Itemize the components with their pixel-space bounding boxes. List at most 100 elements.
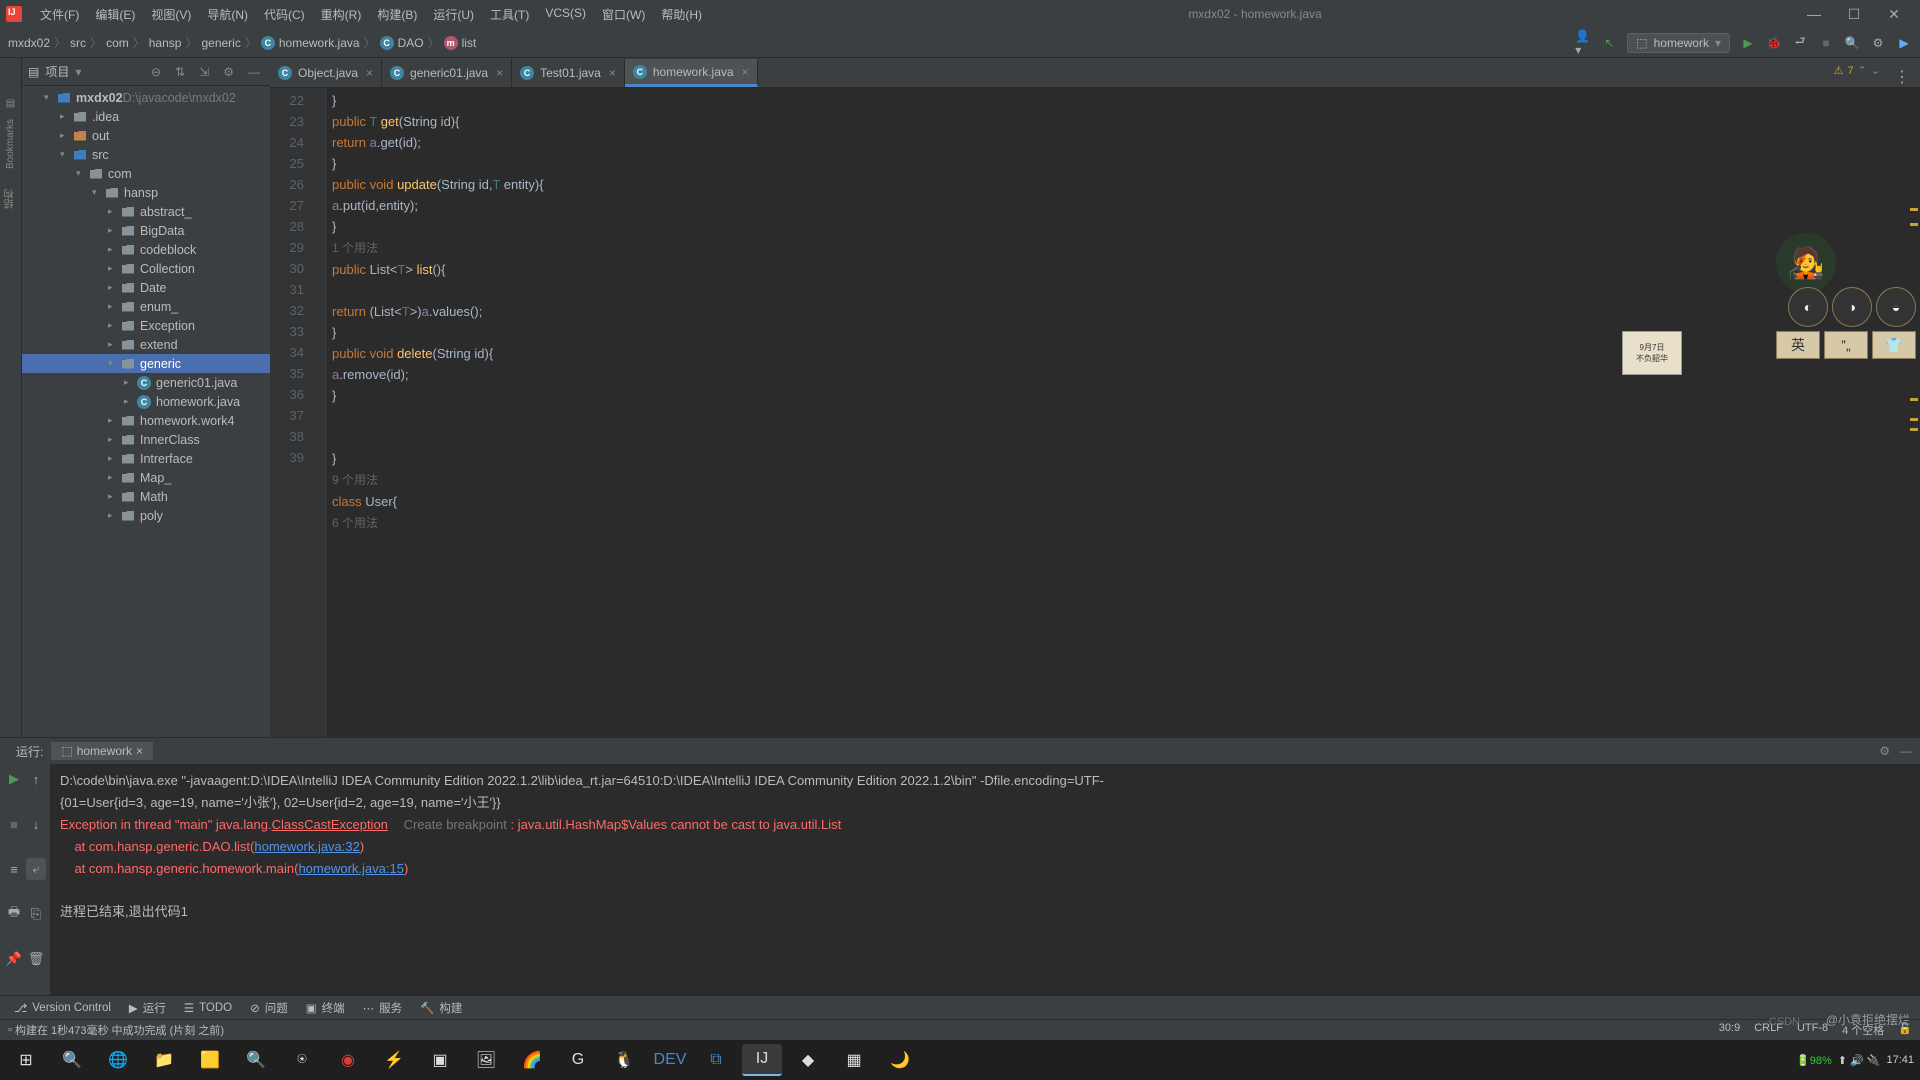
soft-wrap-icon[interactable]: ⤶ — [26, 858, 46, 880]
breadcrumb-item[interactable]: C homework.java — [261, 36, 360, 50]
breadcrumb-item[interactable]: src — [70, 36, 86, 50]
app-icon-4[interactable]: G — [558, 1044, 598, 1076]
editor-tab[interactable]: Chomework.java× — [625, 59, 758, 87]
start-button[interactable]: ⊞ — [6, 1044, 46, 1076]
menu-item[interactable]: 重构(R) — [313, 6, 370, 23]
tree-item[interactable]: ▸Collection — [22, 259, 270, 278]
menu-item[interactable]: 工具(T) — [482, 6, 537, 23]
breadcrumb-item[interactable]: C DAO — [380, 36, 424, 50]
tree-item[interactable]: ▸enum_ — [22, 297, 270, 316]
app-icon-2[interactable]: ⚡ — [374, 1044, 414, 1076]
bottom-tool[interactable]: 🔨构建 — [412, 1000, 470, 1016]
breadcrumb-item[interactable]: com — [106, 36, 129, 50]
project-tree[interactable]: ▾mxdx02 D:\javacode\mxdx02▸.idea▸out▾src… — [22, 86, 270, 737]
expand-icon[interactable]: ⇲ — [195, 65, 213, 79]
tool-hide-icon[interactable]: — — [1900, 744, 1912, 758]
stack-link-2[interactable]: homework.java:15 — [298, 861, 404, 876]
marker-stripe[interactable] — [1908, 88, 1920, 737]
chrome-icon[interactable]: 🌈 — [512, 1044, 552, 1076]
menu-item[interactable]: 视图(V) — [143, 6, 199, 23]
tree-item[interactable]: ▾hansp — [22, 183, 270, 202]
close-tab-icon[interactable]: × — [742, 65, 749, 79]
bottom-tool[interactable]: ⎇Version Control — [6, 1001, 119, 1015]
bottom-tool[interactable]: ⊘问题 — [242, 1000, 296, 1016]
scroll-end-icon[interactable]: ⎘ — [26, 903, 46, 925]
rerun-icon[interactable]: ▶ — [4, 768, 24, 790]
qq-icon[interactable]: 🐧 — [604, 1044, 644, 1076]
tree-item[interactable]: ▸BigData — [22, 221, 270, 240]
caret-position[interactable]: 30:9 — [1719, 1022, 1740, 1038]
menu-item[interactable]: 构建(B) — [369, 6, 425, 23]
tree-item[interactable]: ▸abstract_ — [22, 202, 270, 221]
bottom-tool-strip[interactable]: ⎇Version Control▶运行☰TODO⊘问题▣终端⋯服务🔨构建 — [0, 995, 1920, 1019]
tool-settings-icon[interactable]: ⚙ — [1879, 744, 1890, 758]
clock[interactable]: 17:41 — [1886, 1054, 1914, 1066]
coverage-icon[interactable]: ⮐ — [1792, 35, 1808, 51]
tree-item[interactable]: ▸Intrerface — [22, 449, 270, 468]
menu-item[interactable]: 文件(F) — [32, 6, 87, 23]
collapse-icon[interactable]: ⊖ — [147, 65, 165, 79]
menu-item[interactable]: 导航(N) — [199, 6, 256, 23]
app-icon-3[interactable]: 🖼 — [466, 1044, 506, 1076]
tree-item[interactable]: ▸Chomework.java — [22, 392, 270, 411]
tree-item[interactable]: ▸InnerClass — [22, 430, 270, 449]
print-icon[interactable]: 🖶 — [4, 903, 24, 925]
tree-item[interactable]: ▸Exception — [22, 316, 270, 335]
dev-icon[interactable]: DEV — [650, 1044, 690, 1076]
trash-icon[interactable]: 🗑 — [26, 948, 46, 970]
tree-item[interactable]: ▸codeblock — [22, 240, 270, 259]
tree-item[interactable]: ▸Date — [22, 278, 270, 297]
play-store-icon[interactable]: ▶ — [1896, 35, 1912, 51]
app-icon-5[interactable]: ◆ — [788, 1044, 828, 1076]
menu-item[interactable]: 代码(C) — [256, 6, 313, 23]
app-icon-7[interactable]: 🌙 — [880, 1044, 920, 1076]
code-content[interactable]: } public T get(String id){ return a.get(… — [326, 88, 1920, 737]
tree-item[interactable]: ▸Math — [22, 487, 270, 506]
stop-icon[interactable]: ■ — [1818, 35, 1834, 51]
tree-item[interactable]: ▾com — [22, 164, 270, 183]
layout-icon[interactable]: ≡ — [4, 858, 24, 880]
breadcrumb-item[interactable]: m list — [444, 36, 477, 50]
editor-tabs[interactable]: CObject.java×Cgeneric01.java×CTest01.jav… — [270, 58, 1920, 88]
gear-icon[interactable]: ⚙ — [219, 65, 238, 79]
close-tab-icon[interactable]: × — [366, 66, 373, 80]
menu-item[interactable]: 窗口(W) — [594, 6, 653, 23]
tree-item[interactable]: ▾generic — [22, 354, 270, 373]
menu-item[interactable]: 运行(U) — [425, 6, 482, 23]
tree-item[interactable]: ▸Map_ — [22, 468, 270, 487]
everything-icon[interactable]: 🔍 — [236, 1044, 276, 1076]
project-label[interactable]: 项目 — [45, 63, 69, 80]
bottom-tool[interactable]: ☰TODO — [176, 1001, 240, 1015]
close-button[interactable]: ✕ — [1880, 4, 1908, 24]
bookmarks-tab[interactable]: Bookmarks — [5, 119, 16, 169]
stack-link-1[interactable]: homework.java:32 — [254, 839, 360, 854]
create-breakpoint-link[interactable]: Create breakpoint — [404, 817, 507, 832]
main-menu[interactable]: 文件(F)编辑(E)视图(V)导航(N)代码(C)重构(R)构建(B)运行(U)… — [32, 6, 710, 23]
down-icon[interactable]: ↓ — [26, 813, 46, 835]
close-tab-icon[interactable]: × — [609, 66, 616, 80]
explorer-icon[interactable]: 📁 — [144, 1044, 184, 1076]
vscode-icon[interactable]: ⧉ — [696, 1044, 736, 1076]
tray-icons[interactable]: ⬆ 🔊 🔌 — [1838, 1054, 1881, 1067]
up-icon[interactable]: ↑ — [26, 768, 46, 790]
inspection-badge[interactable]: ⚠ 7 ⌃ ⌄ — [1834, 64, 1880, 77]
pin-icon[interactable]: 📌 — [4, 948, 24, 970]
tree-item[interactable]: ▸extend — [22, 335, 270, 354]
debug-icon[interactable]: 🐞 — [1766, 35, 1782, 51]
search-icon[interactable]: 🔍 — [1844, 35, 1860, 51]
hide-icon[interactable]: — — [244, 65, 264, 79]
exception-link[interactable]: ClassCastException — [272, 817, 388, 832]
project-tool-icon[interactable]: ▤ — [6, 98, 15, 109]
add-user-icon[interactable]: 👤▾ — [1575, 35, 1591, 51]
structure-tab[interactable]: 结构 — [3, 189, 18, 209]
close-tab-icon[interactable]: × — [496, 66, 503, 80]
menu-item[interactable]: VCS(S) — [537, 6, 594, 23]
steam-icon[interactable]: ⍟ — [282, 1044, 322, 1076]
tree-item[interactable]: ▸homework.work4 — [22, 411, 270, 430]
menu-item[interactable]: 编辑(E) — [87, 6, 143, 23]
app-icon-6[interactable]: ▦ — [834, 1044, 874, 1076]
tree-item[interactable]: ▸poly — [22, 506, 270, 525]
breadcrumb-item[interactable]: hansp — [149, 36, 182, 50]
tree-item[interactable]: ▸.idea — [22, 107, 270, 126]
breadcrumb[interactable]: mxdx02〉src〉com〉hansp〉generic〉C homework.… — [0, 34, 476, 51]
